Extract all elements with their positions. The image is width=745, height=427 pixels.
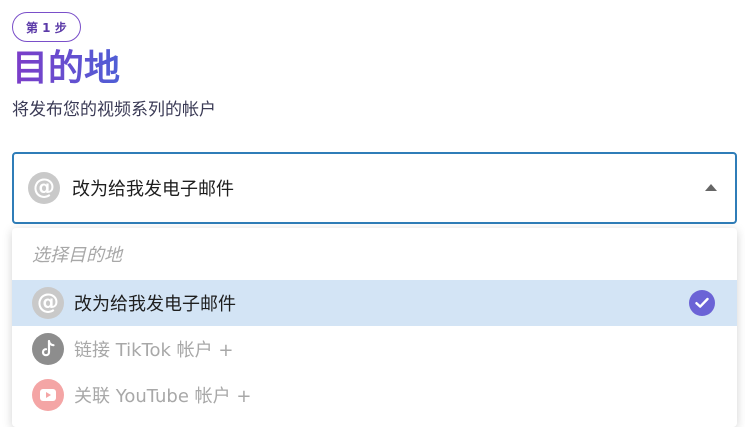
at-sign-icon: @ <box>28 172 60 204</box>
option-link-tiktok[interactable]: 链接 TikTok 帐户 + <box>12 326 737 372</box>
checkmark-icon <box>689 290 715 316</box>
option-label: 关联 YouTube 帐户 + <box>74 386 252 407</box>
destination-select-value: 改为给我发电子邮件 <box>72 179 234 200</box>
caret-up-icon[interactable] <box>705 184 717 191</box>
at-sign-icon: @ <box>32 287 64 319</box>
option-label: 改为给我发电子邮件 <box>74 294 236 315</box>
page-subtitle: 将发布您的视频系列的帐户 <box>12 100 216 120</box>
tiktok-icon <box>32 333 64 365</box>
destination-dropdown: 选择目的地 @ 改为给我发电子邮件 链接 TikTok 帐户 + 关联 YouT… <box>12 228 737 427</box>
step-badge: 第 1 步 <box>12 12 81 42</box>
option-email-instead[interactable]: @ 改为给我发电子邮件 <box>12 280 737 326</box>
dropdown-placeholder: 选择目的地 <box>32 245 122 266</box>
page-title: 目的地 <box>12 46 120 92</box>
youtube-icon <box>32 379 64 411</box>
destination-select[interactable]: @ 改为给我发电子邮件 <box>12 152 737 224</box>
option-label: 链接 TikTok 帐户 + <box>74 340 234 361</box>
option-connect-youtube[interactable]: 关联 YouTube 帐户 + <box>12 372 737 418</box>
